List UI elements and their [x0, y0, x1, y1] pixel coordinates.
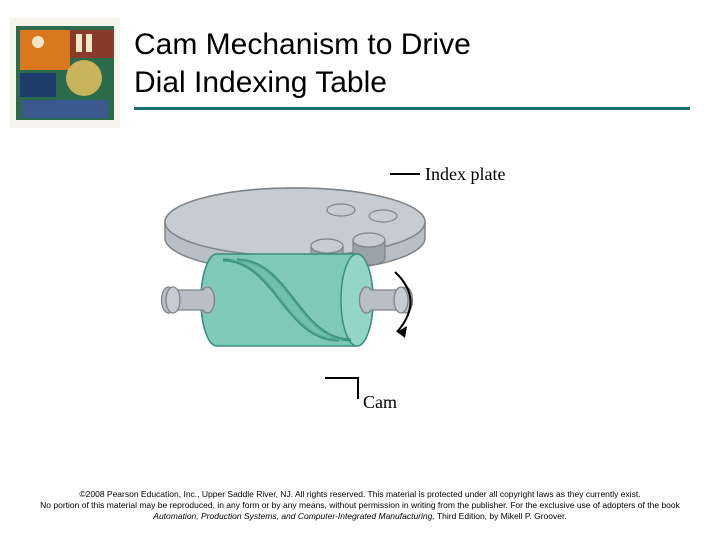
title-line-2: Dial Indexing Table [134, 66, 387, 99]
label-index-plate: Index plate [425, 164, 505, 185]
leader-line-cam-v [357, 377, 359, 399]
title-underline [134, 107, 690, 110]
cam-diagram: Index plate Cam [125, 160, 595, 420]
footer-line-1: ©2008 Pearson Education, Inc., Upper Sad… [40, 489, 680, 500]
footer-line-2: No portion of this material may be repro… [40, 500, 680, 522]
slide-header: Cam Mechanism to Drive Dial Indexing Tab… [0, 0, 720, 128]
title-block: Cam Mechanism to Drive Dial Indexing Tab… [134, 18, 720, 110]
slide-title: Cam Mechanism to Drive Dial Indexing Tab… [134, 26, 690, 101]
diagram-svg [125, 160, 595, 420]
title-line-1: Cam Mechanism to Drive [134, 28, 471, 61]
leader-line-cam-h [325, 377, 359, 379]
footer-book-title: Automation, Production Systems, and Comp… [153, 511, 434, 521]
logo [10, 18, 120, 128]
footer-line-2-prefix: No portion of this material may be repro… [40, 500, 680, 510]
footer-line-2-suffix: Third Edition, by Mikell P. Groover. [437, 511, 567, 521]
leader-line-index-plate [390, 173, 420, 175]
label-cam: Cam [363, 392, 397, 413]
copyright-footer: ©2008 Pearson Education, Inc., Upper Sad… [0, 489, 720, 522]
